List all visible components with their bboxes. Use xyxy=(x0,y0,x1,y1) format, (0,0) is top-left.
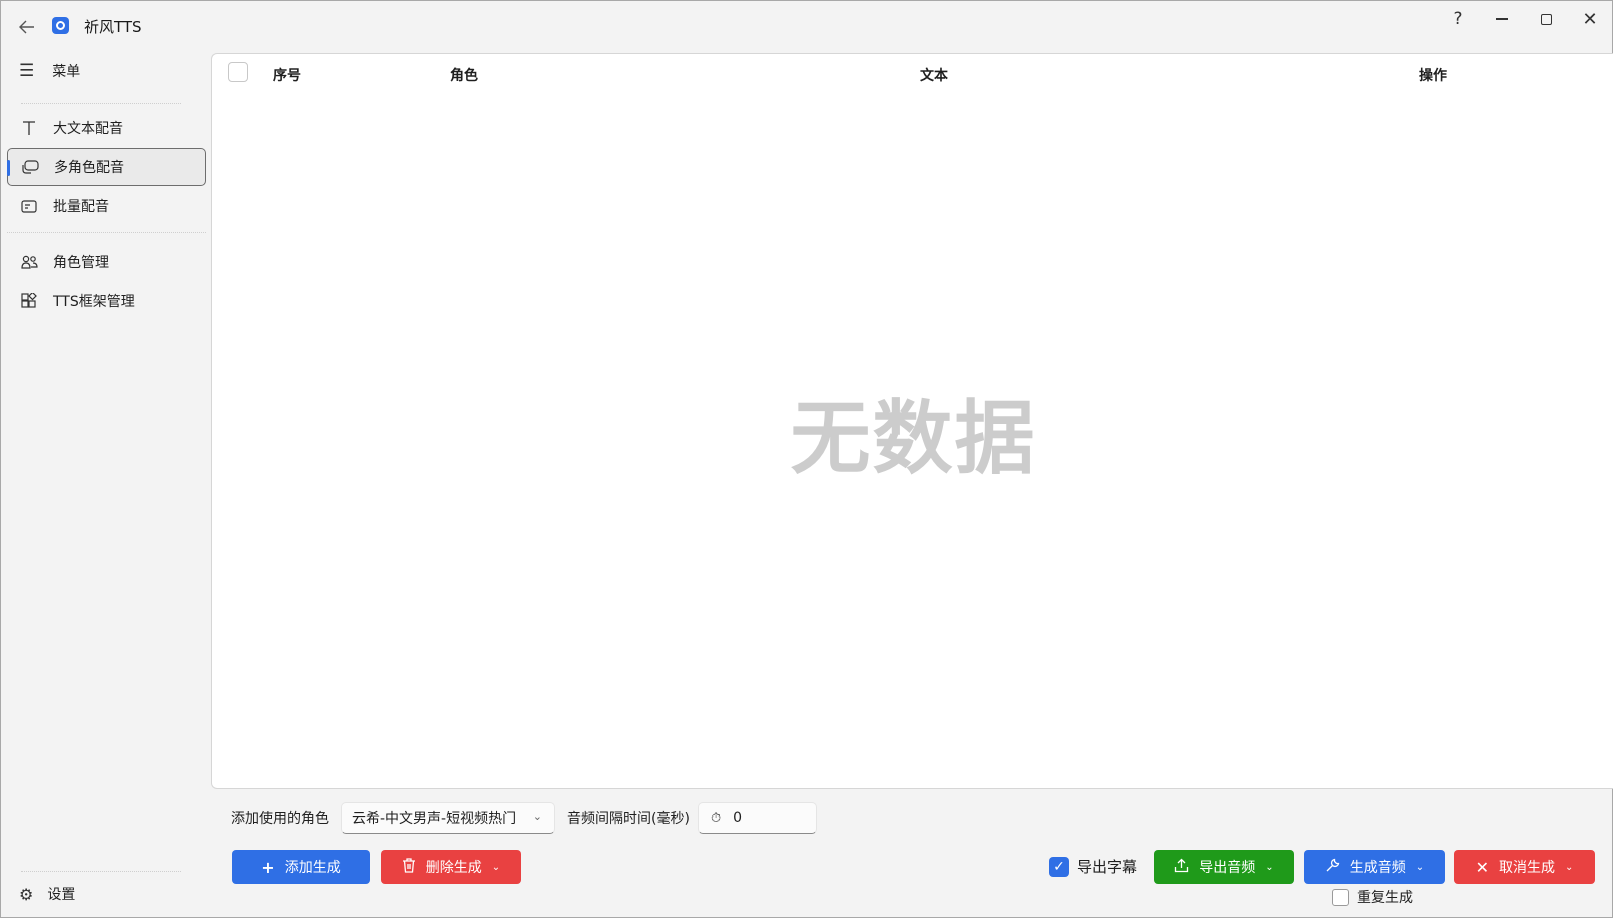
column-header-text[interactable]: 文本 xyxy=(920,64,948,86)
export-audio-button[interactable]: 导出音频 ⌄ xyxy=(1154,850,1294,884)
role-select-value: 云希-中文男声-短视频热门 xyxy=(352,811,517,827)
upload-icon xyxy=(1174,858,1189,877)
chevron-down-icon: ⌄ xyxy=(1415,861,1425,873)
export-subtitles-checkbox[interactable]: ✓ 导出字幕 xyxy=(1049,856,1137,877)
regenerate-checkbox[interactable]: 重复生成 xyxy=(1332,887,1413,907)
sidebar-item-label: 多角色配音 xyxy=(54,160,124,176)
generate-audio-label: 生成音频 xyxy=(1349,860,1406,876)
sidebar-item-multi-role-dubbing[interactable]: 多角色配音 xyxy=(7,148,206,186)
wrench-icon xyxy=(1325,858,1340,877)
close-icon: ✕ xyxy=(1475,857,1489,877)
column-header-role[interactable]: 角色 xyxy=(450,64,478,86)
plus-icon: + xyxy=(261,857,275,877)
interval-input[interactable]: ⏱ 0 xyxy=(698,802,817,834)
cancel-generate-button[interactable]: ✕ 取消生成 ⌄ xyxy=(1454,850,1595,884)
sidebar-item-tts-framework-management[interactable]: TTS框架管理 xyxy=(7,282,206,320)
batch-list-icon xyxy=(19,199,39,213)
back-button[interactable] xyxy=(13,13,41,41)
checkmark-icon: ✓ xyxy=(1049,856,1069,877)
export-subtitles-label: 导出字幕 xyxy=(1077,858,1138,876)
close-button[interactable]: ✕ xyxy=(1570,5,1610,33)
arrow-left-icon xyxy=(19,20,34,34)
delete-generate-label: 删除生成 xyxy=(425,860,482,876)
gear-icon: ⚙ xyxy=(19,884,34,904)
title-bar: 祈风TTS ? ✕ xyxy=(1,1,1612,49)
apps-grid-icon xyxy=(19,293,39,309)
empty-state-text: 无数据 xyxy=(790,392,1037,485)
chevron-down-icon: ⌄ xyxy=(532,810,542,823)
maximize-icon xyxy=(1540,13,1552,25)
select-all-checkbox[interactable] xyxy=(228,62,248,82)
app-window: 祈风TTS ? ✕ ☰ 菜单 大文本配音 多角色配音 批量配音 角色管理 TTS… xyxy=(0,0,1613,918)
minimize-button[interactable] xyxy=(1482,5,1522,33)
sidebar-item-large-text-dubbing[interactable]: 大文本配音 xyxy=(7,109,206,147)
sidebar-divider xyxy=(21,871,181,872)
menu-label: 菜单 xyxy=(52,64,81,80)
sidebar-item-label: 角色管理 xyxy=(53,255,109,271)
checkbox-unchecked xyxy=(1332,888,1349,906)
role-select-dropdown[interactable]: 云希-中文男声-短视频热门 ⌄ xyxy=(341,802,555,834)
text-T-icon xyxy=(19,120,39,136)
export-audio-label: 导出音频 xyxy=(1199,860,1256,876)
cancel-generate-label: 取消生成 xyxy=(1499,860,1555,876)
chevron-down-icon: ⌄ xyxy=(1565,861,1574,873)
menu-toggle-button[interactable]: ☰ 菜单 xyxy=(7,52,206,90)
add-generate-button[interactable]: + 添加生成 xyxy=(232,850,370,884)
minimize-icon xyxy=(1496,18,1508,20)
trash-icon xyxy=(402,857,416,877)
sidebar-item-label: 批量配音 xyxy=(53,199,109,215)
table-panel: 序号 角色 文本 操作 无数据 xyxy=(211,53,1613,789)
timer-icon: ⏱ xyxy=(711,810,722,826)
sidebar-divider xyxy=(7,232,206,233)
sidebar-item-batch-dubbing[interactable]: 批量配音 xyxy=(7,187,206,225)
regenerate-label: 重复生成 xyxy=(1357,890,1413,906)
help-button[interactable]: ? xyxy=(1438,5,1478,33)
interval-label: 音频间隔时间(毫秒) xyxy=(567,811,690,827)
chevron-down-icon: ⌄ xyxy=(1265,861,1274,873)
chat-bubbles-icon xyxy=(20,159,40,175)
app-logo-icon xyxy=(52,17,69,34)
hamburger-menu-icon: ☰ xyxy=(19,61,35,81)
sidebar-divider xyxy=(21,103,181,104)
chevron-down-icon: ⌄ xyxy=(491,861,501,873)
sidebar-item-label: TTS框架管理 xyxy=(53,294,135,310)
add-generate-label: 添加生成 xyxy=(284,860,341,876)
app-title: 祈风TTS xyxy=(84,18,142,36)
people-icon xyxy=(19,255,39,269)
column-header-index[interactable]: 序号 xyxy=(273,64,301,86)
settings-label: 设置 xyxy=(47,887,76,903)
sidebar-item-label: 大文本配音 xyxy=(53,121,123,137)
maximize-button[interactable] xyxy=(1526,5,1566,33)
column-header-actions[interactable]: 操作 xyxy=(1419,64,1447,86)
delete-generate-button[interactable]: 删除生成 ⌄ xyxy=(381,850,521,884)
role-select-label: 添加使用的角色 xyxy=(231,811,329,827)
interval-value: 0 xyxy=(733,810,743,826)
sidebar: ☰ 菜单 大文本配音 多角色配音 批量配音 角色管理 TTS框架管理 xyxy=(1,49,209,917)
generate-audio-button[interactable]: 生成音频 ⌄ xyxy=(1304,850,1445,884)
sidebar-item-settings[interactable]: ⚙ 设置 xyxy=(7,875,206,913)
close-icon: ✕ xyxy=(1582,8,1598,30)
sidebar-item-role-management[interactable]: 角色管理 xyxy=(7,243,206,281)
